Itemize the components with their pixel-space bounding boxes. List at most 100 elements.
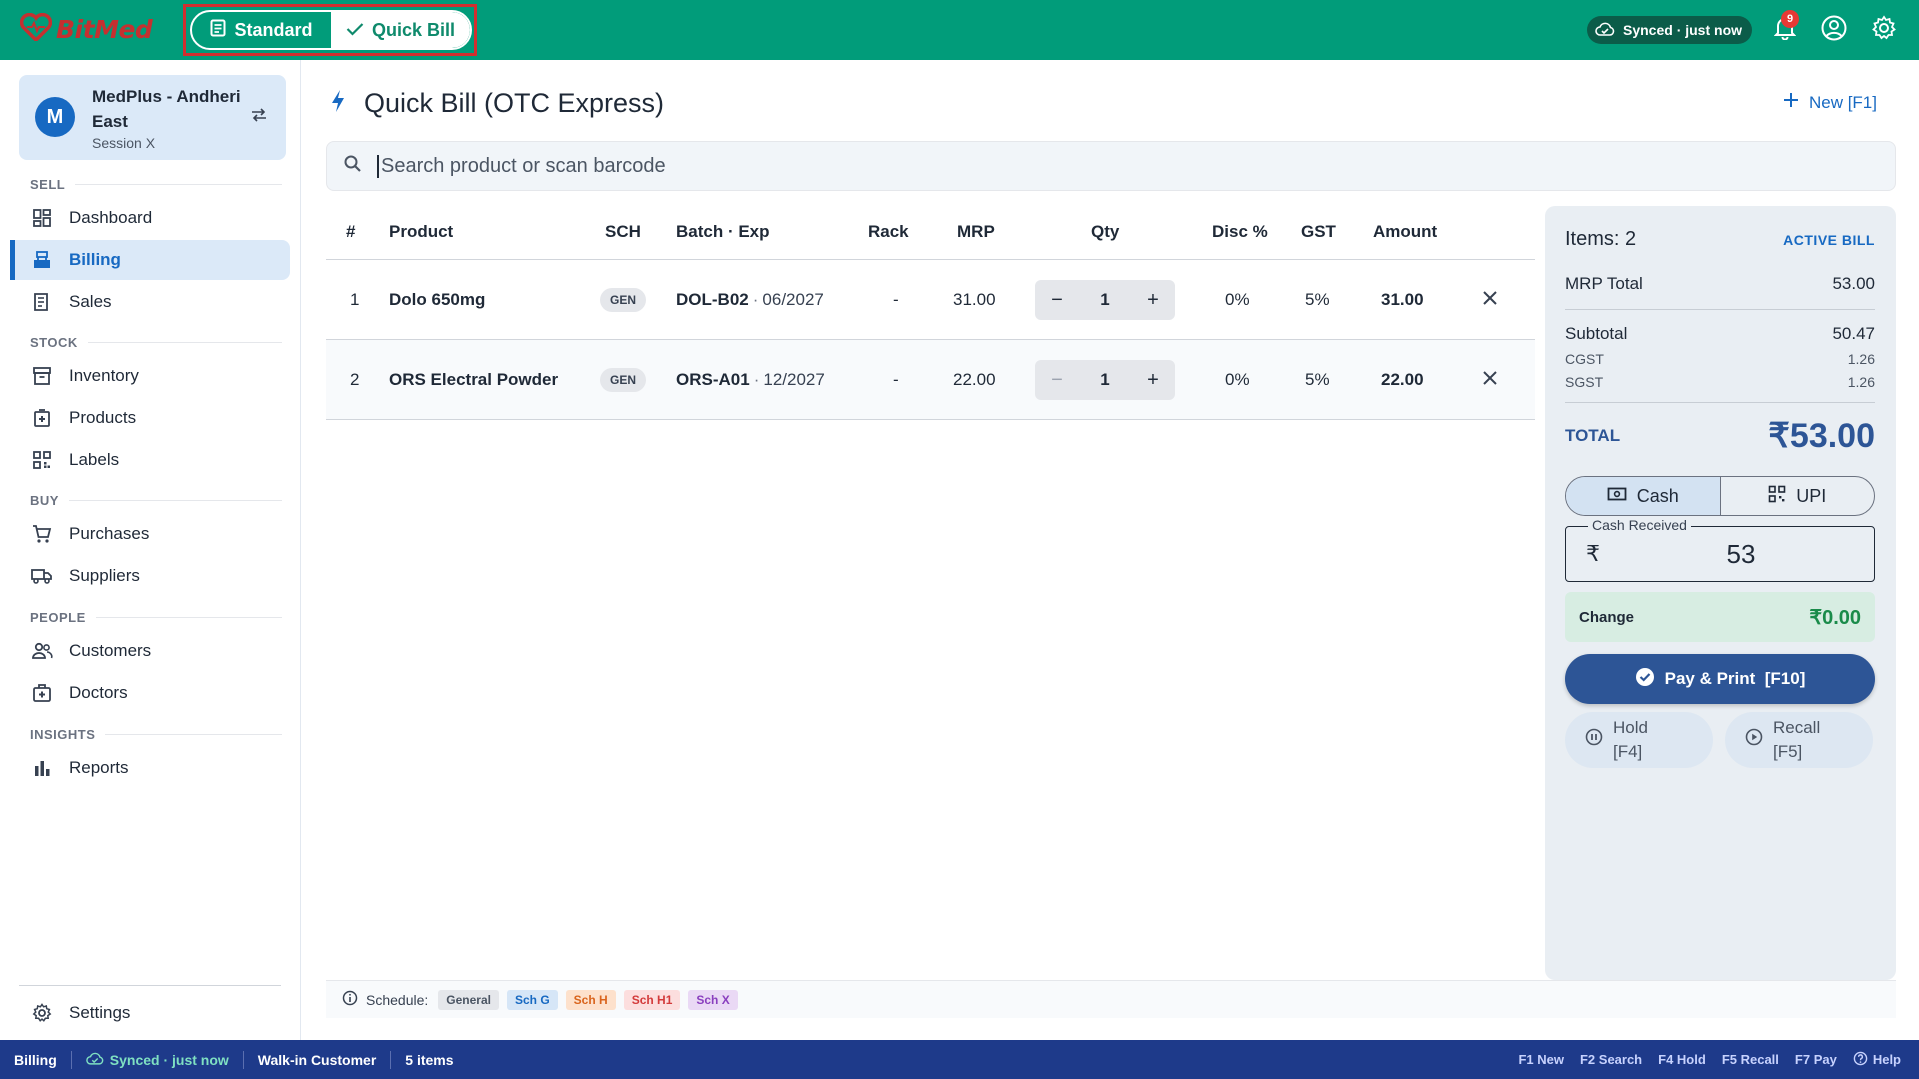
gst-value: 5% (1305, 289, 1330, 309)
receipt-long-icon (31, 291, 53, 313)
sidebar-item-sales[interactable]: Sales (10, 282, 290, 322)
cash-payment-option[interactable]: Cash (1566, 477, 1721, 515)
status-bar: Billing Synced · just now Walk-in Custom… (0, 1040, 1919, 1079)
column-header-product: Product (389, 221, 454, 241)
active-bill-badge: ACTIVE BILL (1783, 231, 1875, 248)
total-label: TOTAL (1565, 426, 1621, 445)
items-count-row: Items: 2 ACTIVE BILL (1565, 228, 1875, 251)
remove-item-button[interactable] (1483, 370, 1497, 390)
table-row[interactable]: 1 Dolo 650mg GEN DOL-B02 · 06/2027 - 31.00… (326, 260, 1535, 340)
pay-print-button[interactable]: Pay & Print [F10] (1565, 654, 1875, 704)
cash-received-input[interactable] (1626, 537, 1856, 571)
discount-value[interactable]: 0% (1225, 370, 1250, 390)
swap-arrows-icon (250, 107, 268, 128)
play-circle-icon (1745, 728, 1763, 753)
status-page: Billing (0, 1050, 72, 1069)
sidebar-item-suppliers[interactable]: Suppliers (10, 556, 290, 596)
notifications-button[interactable]: 9 (1769, 10, 1801, 46)
shortcut-f4[interactable]: F4 Hold (1658, 1052, 1706, 1067)
app-name: BitMed (56, 15, 153, 44)
receipt-icon (210, 19, 226, 42)
sidebar-item-labels[interactable]: Labels (10, 440, 290, 480)
subtotal-value: 50.47 (1832, 324, 1875, 343)
sidebar-item-products[interactable]: Products (10, 398, 290, 438)
upi-option-label: UPI (1796, 485, 1827, 506)
account-button[interactable] (1818, 14, 1850, 46)
increment-qty-button[interactable]: + (1143, 369, 1163, 392)
dashboard-icon (31, 207, 53, 229)
search-input[interactable] (377, 154, 1777, 178)
sidebar-item-purchases[interactable]: Purchases (10, 514, 290, 554)
sidebar-item-dashboard[interactable]: Dashboard (10, 198, 290, 238)
sidebar-item-label: Customers (69, 641, 152, 660)
shortcut-f1[interactable]: F1 New (1518, 1052, 1564, 1067)
cloud-check-icon (85, 1052, 104, 1068)
column-header-disc: Disc % (1212, 221, 1268, 241)
summary-divider (1565, 402, 1875, 403)
batch-expiry: DOL-B02 · 06/2027 (676, 289, 824, 309)
schedule-legend: Schedule: General Sch G Sch H Sch H1 Sch… (326, 980, 1896, 1018)
sidebar-item-billing[interactable]: Billing (10, 240, 290, 280)
sync-status-pill[interactable]: Synced · just now (1587, 16, 1753, 44)
shortcut-f5[interactable]: F5 Recall (1722, 1052, 1779, 1067)
increment-qty-button[interactable]: + (1143, 289, 1163, 312)
product-name[interactable]: ORS Electral Powder (389, 370, 558, 390)
sidebar-item-doctors[interactable]: Doctors (10, 673, 290, 713)
branch-card[interactable]: M MedPlus - Andheri East Session X (19, 75, 286, 160)
people-icon (31, 640, 53, 662)
plus-icon (1783, 92, 1799, 113)
legend-chip-sch-h: Sch H (565, 989, 616, 1010)
decrement-qty-button[interactable]: − (1047, 369, 1067, 392)
mrp-total-value: 53.00 (1832, 274, 1875, 293)
branch-name: MedPlus - Andheri East (92, 87, 241, 131)
table-row[interactable]: 2 ORS Electral Powder GEN ORS-A01 · 12/202… (326, 340, 1535, 420)
hold-bill-button[interactable]: Hold [F4] (1565, 712, 1713, 768)
nav-section-insights: INSIGHTS (30, 727, 282, 742)
quantity-value[interactable]: 1 (1100, 370, 1109, 390)
sidebar-item-customers[interactable]: Customers (10, 631, 290, 671)
shortcut-f2[interactable]: F2 Search (1580, 1052, 1642, 1067)
sidebar-item-settings[interactable]: Settings (10, 993, 290, 1033)
gst-value: 5% (1305, 369, 1330, 389)
shortcut-f7[interactable]: F7 Pay (1795, 1052, 1837, 1067)
upi-payment-option[interactable]: UPI (1721, 477, 1875, 515)
status-customer[interactable]: Walk-in Customer (244, 1050, 392, 1069)
sidebar-item-reports[interactable]: Reports (10, 748, 290, 788)
quick-bill-mode-button[interactable]: Quick Bill (331, 12, 470, 48)
standard-mode-button[interactable]: Standard (192, 12, 331, 48)
sgst-row: SGST 1.26 (1565, 374, 1875, 390)
keyboard-shortcuts: F1 New F2 Search F4 Hold F5 Recall F7 Pa… (1518, 1040, 1901, 1079)
product-name[interactable]: Dolo 650mg (389, 290, 485, 310)
column-header-rack: Rack (868, 221, 909, 241)
column-header-batch-exp: Batch · Exp (676, 221, 770, 241)
help-button[interactable]: Help (1853, 1051, 1901, 1069)
column-header-sch: SCH (605, 221, 641, 241)
total-row: TOTAL ₹53.00 (1565, 416, 1875, 456)
recall-bill-button[interactable]: Recall [F5] (1725, 712, 1873, 768)
hold-bill-label: Hold [F4] (1613, 718, 1648, 761)
remove-item-button[interactable] (1483, 290, 1497, 310)
quantity-value[interactable]: 1 (1100, 290, 1109, 310)
cash-received-field: Cash Received ₹ (1565, 517, 1875, 582)
discount-value[interactable]: 0% (1225, 290, 1250, 310)
batch-expiry: ORS-A01 · 12/2027 (676, 369, 825, 389)
medical-kit-icon (31, 682, 53, 704)
settings-top-button[interactable] (1868, 14, 1900, 46)
heart-logo-icon (19, 12, 53, 46)
sidebar-item-label: Products (69, 408, 137, 427)
sidebar-item-inventory[interactable]: Inventory (10, 356, 290, 396)
quick-bill-mode-label: Quick Bill (371, 19, 456, 40)
change-value: ₹0.00 (1809, 606, 1861, 629)
standard-mode-label: Standard (234, 19, 313, 40)
schedule-legend-label: Schedule: (366, 991, 429, 1008)
new-bill-button[interactable]: New [F1] (1783, 92, 1877, 113)
column-header-mrp: MRP (957, 221, 995, 241)
top-bar: BitMed Standard Quick Bill Synced · just… (0, 0, 1919, 60)
decrement-qty-button[interactable]: − (1047, 289, 1067, 312)
app-logo[interactable]: BitMed (19, 12, 153, 46)
switch-branch-button[interactable] (247, 105, 271, 129)
quantity-stepper: − 1 + (1035, 280, 1175, 320)
sidebar-item-label: Labels (69, 450, 120, 469)
sidebar-item-label: Billing (69, 250, 121, 269)
batch-code: DOL-B02 (676, 289, 749, 309)
